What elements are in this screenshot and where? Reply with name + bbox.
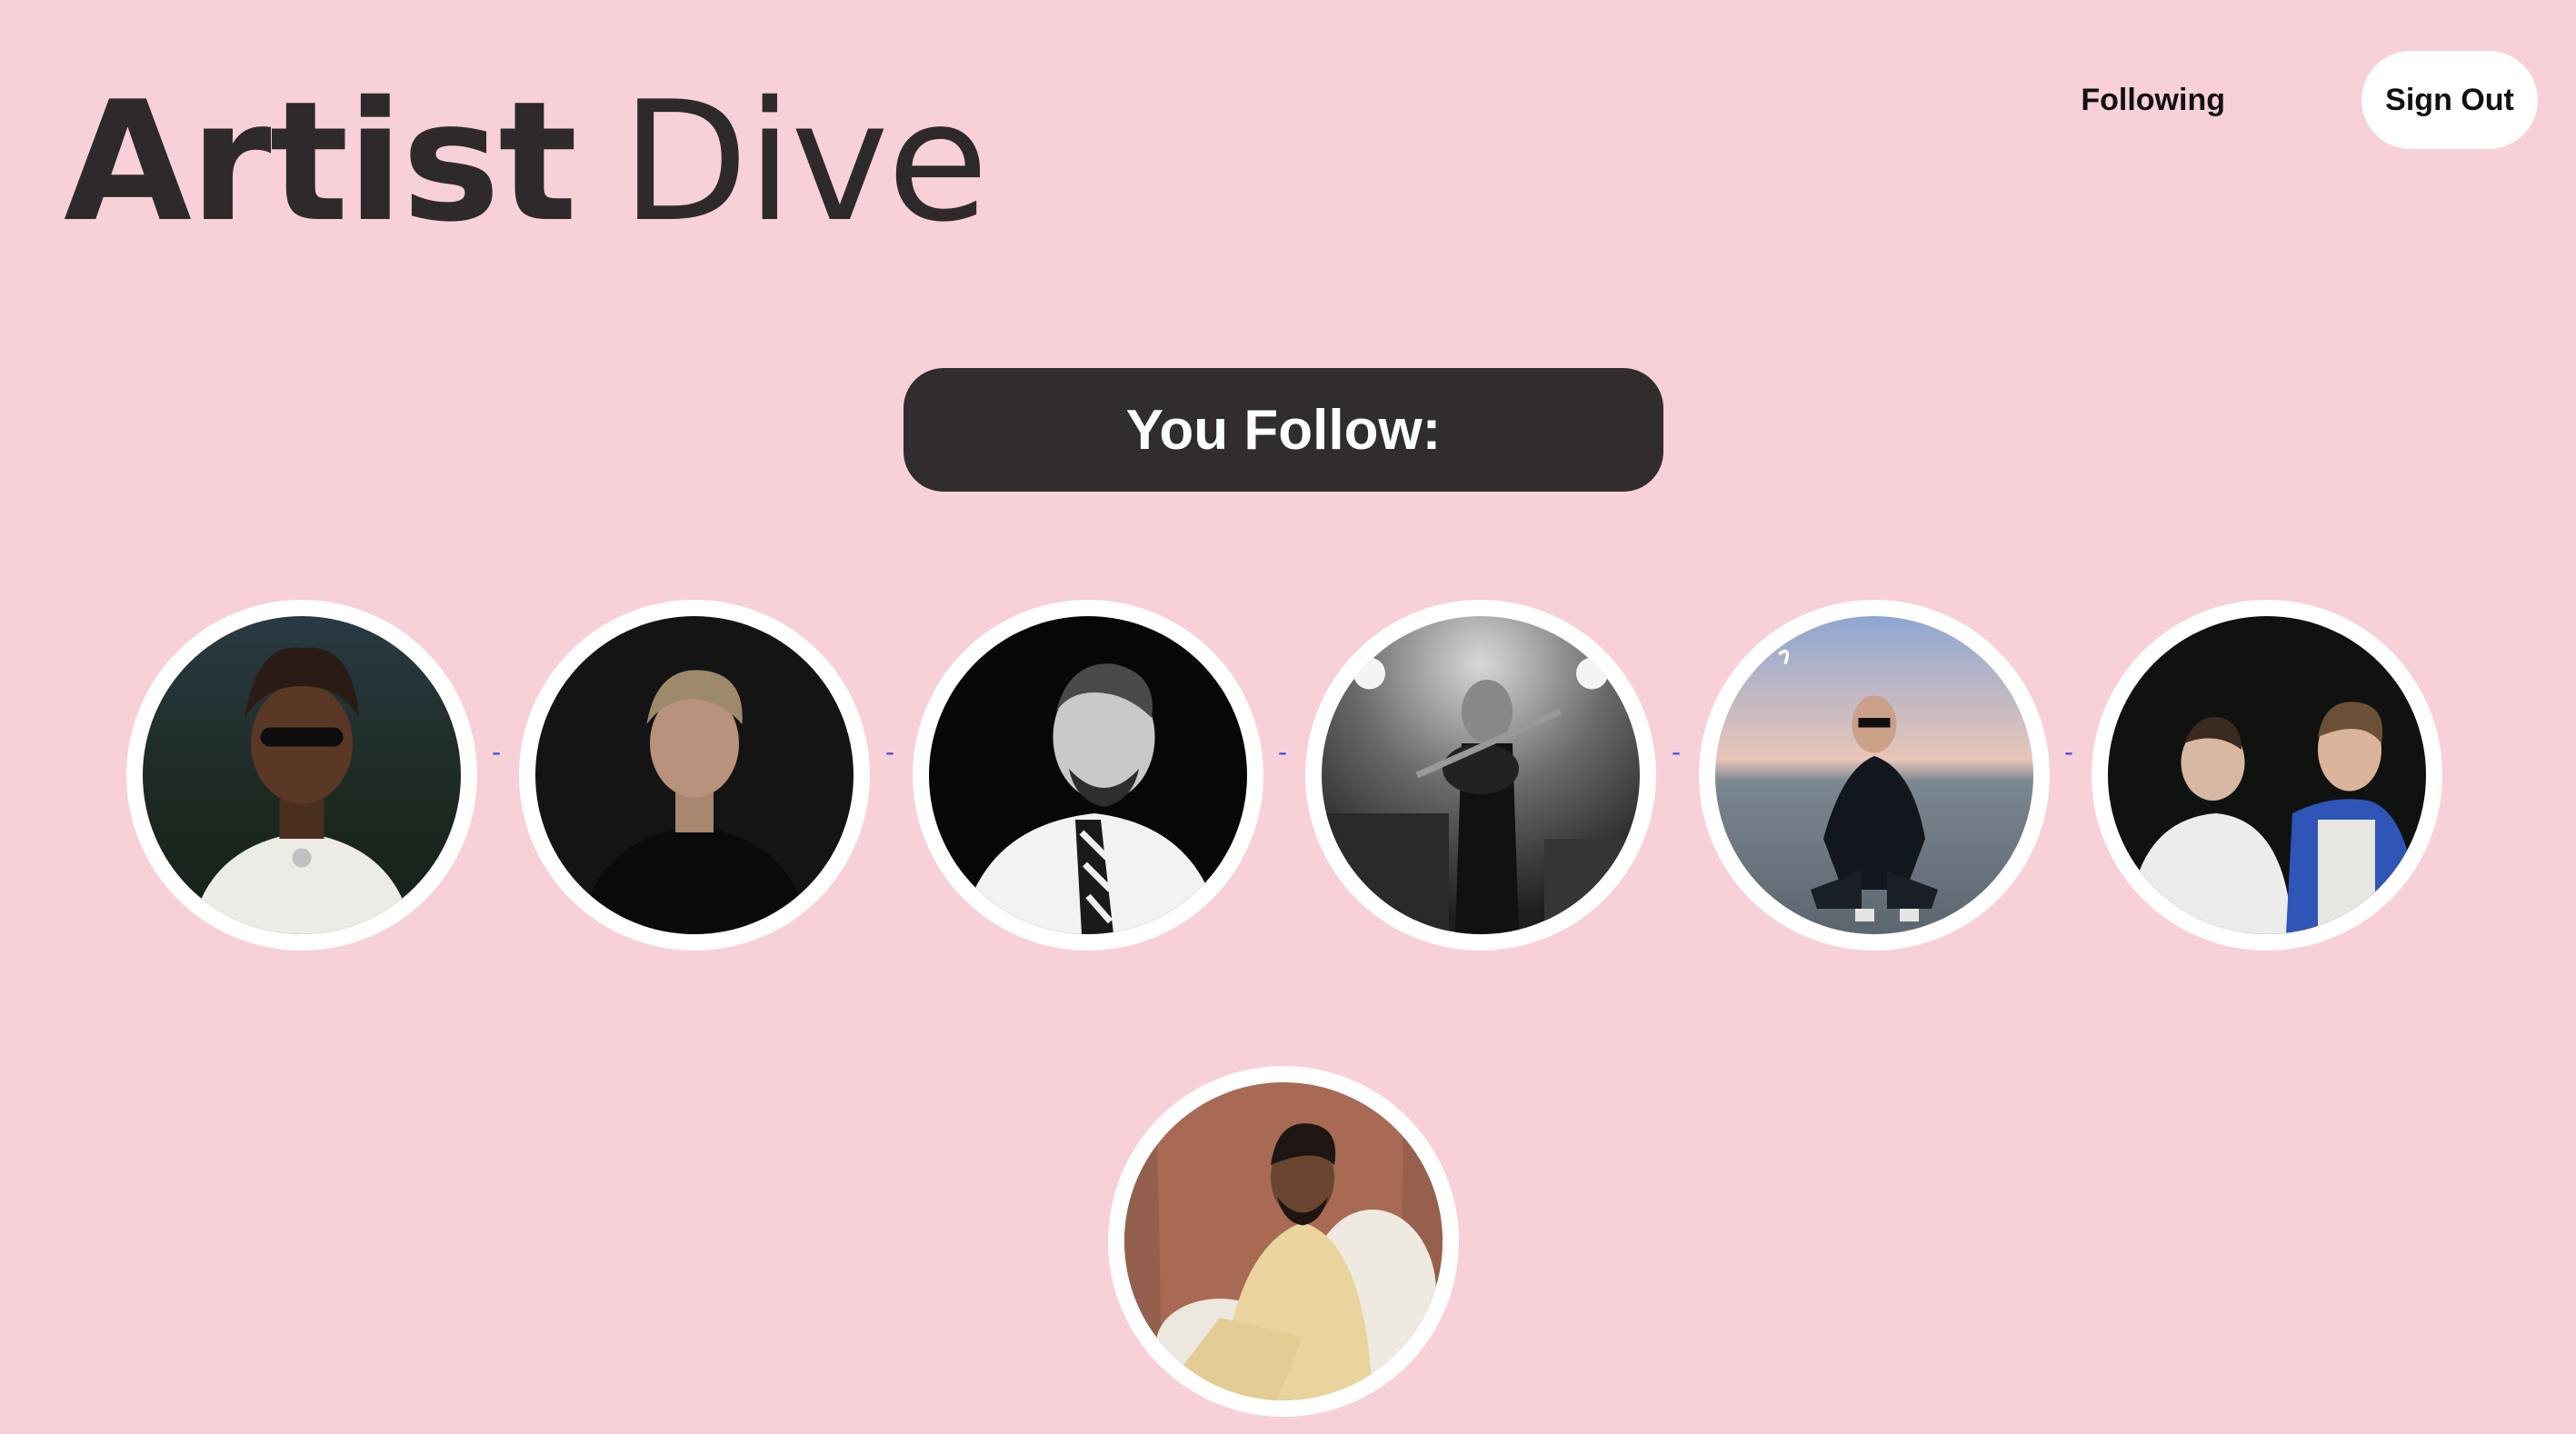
you-follow-heading: You Follow: [904,368,1663,492]
artist-avatar[interactable] [519,600,870,951]
sign-out-button[interactable]: Sign Out [2361,51,2538,149]
artist-avatar[interactable] [2092,600,2442,951]
artist-photo [535,616,854,934]
artist-photo [1715,616,2033,934]
site-logo[interactable]: Artist Dive [64,62,989,262]
following-link[interactable]: Following [2081,83,2225,118]
logo-word-dive: Dive [621,65,988,258]
artist-separator: - [1278,737,1287,767]
artist-photo [2108,616,2426,934]
artist-separator: - [885,737,894,767]
artist-separator: - [492,737,501,767]
logo-word-artist: Artist [64,65,577,258]
artist-avatar[interactable] [913,600,1263,951]
top-nav: Following Sign Out [2081,51,2538,149]
artist-separator: - [2064,737,2073,767]
artist-photo [1322,616,1640,934]
page: Artist Dive Following Sign Out You Follow… [0,0,2576,1434]
artist-avatar[interactable] [1108,1066,1459,1417]
artist-avatar[interactable] [1699,600,2050,951]
artist-photo [143,616,461,934]
artist-avatar[interactable] [126,600,477,951]
artist-separator: - [1672,737,1681,767]
artist-photo [1124,1082,1443,1400]
artist-photo [929,616,1247,934]
artist-avatar[interactable] [1305,600,1656,951]
